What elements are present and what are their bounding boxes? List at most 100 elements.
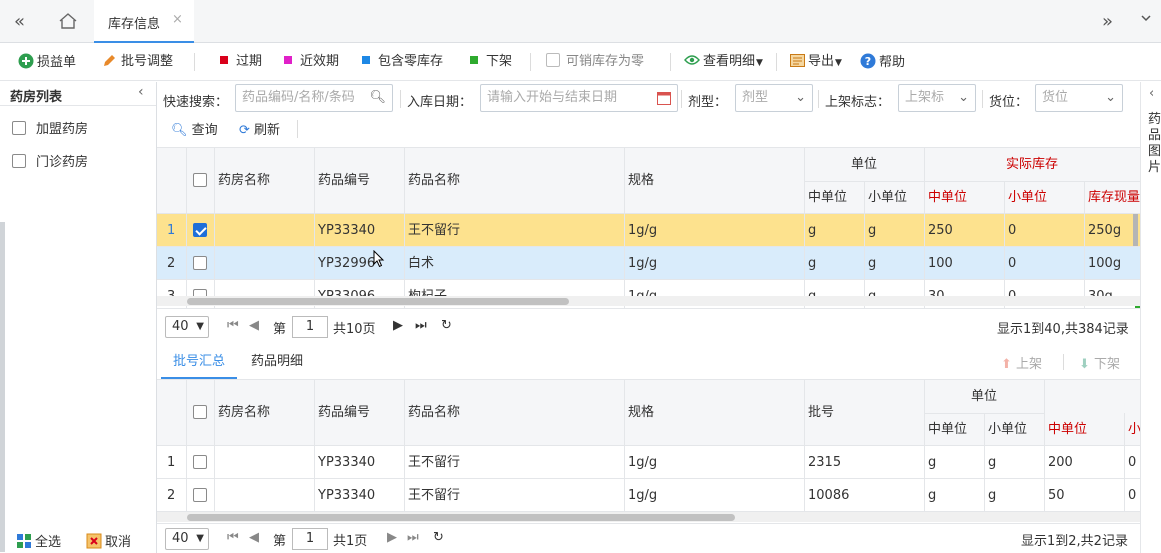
next-page-icon[interactable]: ▶ — [387, 530, 397, 545]
detail-tabs: 批号汇总 药品明细 ⬆ 上架 ⬇ 下架 — [157, 345, 1140, 379]
row-checkbox[interactable] — [193, 455, 207, 471]
col-header-code[interactable]: 药品编号 — [314, 164, 402, 197]
tab-inventory-info[interactable]: 库存信息 × — [94, 0, 194, 43]
col-header-small-unit[interactable]: 小单位 — [864, 181, 922, 214]
col-header-name[interactable]: 药品名称 — [404, 164, 622, 197]
scroll-tabs-left-icon[interactable]: « — [14, 11, 25, 32]
query-button[interactable]: 🔍︎ 查询 — [171, 119, 218, 138]
dosage-form-label: 剂型： — [688, 95, 728, 110]
cell-stock-mid: 250 — [928, 223, 953, 238]
include-zero-filter-button[interactable]: 包含零库存 — [362, 53, 443, 71]
select-all-rows-checkbox[interactable] — [193, 173, 207, 189]
next-page-icon[interactable]: ▶ — [393, 318, 403, 333]
page-number-input[interactable]: 1 — [292, 528, 328, 550]
offshelf-filter-button[interactable]: 下架 — [470, 53, 512, 71]
row-checkbox[interactable] — [193, 223, 207, 239]
expired-filter-button[interactable]: 过期 — [220, 53, 262, 71]
search-icon[interactable]: 🔍︎ — [367, 85, 386, 111]
saleable-zero-checkbox[interactable]: 可销库存为零 — [546, 53, 644, 71]
sidebar-item-outpatient[interactable]: 门诊药房 — [12, 151, 88, 170]
reload-icon[interactable]: ↻ — [441, 318, 452, 333]
calendar-icon[interactable] — [657, 91, 671, 105]
view-detail-button[interactable]: 查看明细▼ — [684, 53, 763, 71]
chevron-down-icon[interactable] — [1141, 13, 1151, 23]
shelf-flag-select[interactable]: 上架标 ⌄ — [898, 84, 976, 112]
add-circle-icon — [18, 53, 34, 69]
row-checkbox[interactable] — [193, 488, 207, 504]
scroll-tabs-right-icon[interactable]: » — [1102, 11, 1113, 32]
loss-profit-button[interactable]: 损益单 — [18, 53, 76, 71]
col-header-mid-unit[interactable]: 中单位 — [924, 413, 982, 446]
tab-drug-detail[interactable]: 药品明细 — [251, 345, 303, 379]
sidebar-item-checkbox[interactable] — [12, 154, 26, 168]
grid-vertical-scrollbar[interactable] — [1133, 214, 1138, 246]
offshelf-label: 下架 — [486, 54, 513, 69]
col-header-pharmacy[interactable]: 药房名称 — [214, 164, 312, 197]
near-expiry-filter-button[interactable]: 近效期 — [284, 53, 339, 71]
collapse-left-icon[interactable]: ‹ — [138, 84, 144, 100]
refresh-icon: ⟳ — [239, 123, 250, 138]
col-header-spec[interactable]: 规格 — [624, 164, 802, 197]
prev-page-icon[interactable]: ◀ — [249, 318, 259, 333]
batch-grid-horizontal-scrollbar[interactable] — [157, 512, 1140, 522]
tab-close-icon[interactable]: × — [172, 12, 183, 27]
col-header-stock-mid[interactable]: 中单位 — [1044, 413, 1122, 446]
page-prefix: 第 — [273, 322, 287, 337]
saleable-zero-check[interactable] — [546, 53, 560, 67]
last-page-icon[interactable]: ⏭ — [415, 318, 427, 333]
col-header-name[interactable]: 药品名称 — [404, 396, 622, 429]
drug-image-panel: ‹ 药 品 图 片 — [1140, 82, 1161, 553]
actual-stock-group-header: 实际库存 — [1005, 157, 1058, 172]
page-total: 共10页 — [333, 322, 376, 337]
col-header-code[interactable]: 药品编号 — [314, 396, 402, 429]
help-button[interactable]: ? 帮助 — [860, 53, 905, 71]
select-all-button[interactable]: 全选 — [16, 531, 61, 550]
page-size-select[interactable]: 40 ▼ — [165, 316, 209, 338]
chevron-down-icon[interactable]: ⌄ — [795, 85, 806, 111]
col-header-stock-small[interactable]: 小单位 — [1004, 181, 1082, 214]
col-header-pharmacy[interactable]: 药房名称 — [214, 396, 312, 429]
up-shelf-button[interactable]: ⬆ 上架 — [1001, 353, 1042, 372]
chevron-down-icon[interactable]: ⌄ — [958, 85, 969, 111]
first-page-icon[interactable]: ⏮ — [227, 530, 239, 545]
prev-page-icon[interactable]: ◀ — [249, 530, 259, 545]
col-header-spec[interactable]: 规格 — [624, 396, 802, 429]
cancel-selection-button[interactable]: 取消 — [86, 531, 131, 550]
export-button[interactable]: 导出▼ — [790, 53, 842, 71]
grid-horizontal-scrollbar[interactable] — [157, 296, 1140, 306]
chevron-down-icon[interactable]: ⌄ — [1105, 85, 1116, 111]
expand-panel-icon[interactable]: ‹ — [1149, 86, 1154, 101]
select-all-rows-checkbox[interactable] — [193, 405, 207, 421]
page-size-select[interactable]: 40 ▼ — [165, 528, 209, 550]
first-page-icon[interactable]: ⏮ — [227, 318, 239, 333]
col-header-mid-unit[interactable]: 中单位 — [804, 181, 862, 214]
refresh-label: 刷新 — [254, 123, 281, 138]
cell-stock-small: 0 — [1008, 256, 1017, 271]
cell-stock-small: 0 — [1008, 223, 1017, 238]
sidebar-scrollbar[interactable] — [0, 222, 5, 552]
location-select[interactable]: 货位 ⌄ — [1035, 84, 1123, 112]
down-shelf-button[interactable]: ⬇ 下架 — [1079, 353, 1120, 372]
sidebar-item-franchise[interactable]: 加盟药房 — [12, 118, 88, 137]
up-shelf-label: 上架 — [1016, 357, 1043, 372]
col-header-stock-now[interactable]: 库存现量 — [1084, 181, 1140, 214]
dosage-form-select[interactable]: 剂型 ⌄ — [735, 84, 813, 112]
cancel-icon — [86, 533, 102, 549]
in-date-range-input[interactable]: 请输入开始与结束日期 — [480, 84, 678, 112]
sidebar-item-checkbox[interactable] — [12, 121, 26, 135]
col-header-batch[interactable]: 批号 — [804, 396, 922, 429]
tab-batch-summary[interactable]: 批号汇总 — [161, 345, 237, 379]
cell-spec: 1g/g — [628, 256, 658, 271]
home-icon[interactable] — [58, 12, 78, 30]
page-number-input[interactable]: 1 — [292, 316, 328, 338]
row-checkbox[interactable] — [193, 256, 207, 272]
col-header-stock-mid[interactable]: 中单位 — [924, 181, 1002, 214]
batch-adjust-button[interactable]: 批号调整 — [102, 53, 173, 71]
col-header-small-unit[interactable]: 小单位 — [984, 413, 1042, 446]
quick-search-input[interactable]: 药品编码/名称/条码 🔍︎ — [235, 84, 393, 112]
reload-icon[interactable]: ↻ — [433, 530, 444, 545]
magnifier-icon: 🔍︎ — [171, 123, 188, 138]
last-page-icon[interactable]: ⏭ — [407, 530, 419, 545]
refresh-button[interactable]: ⟳ 刷新 — [239, 119, 280, 138]
col-header-stock-small[interactable]: 小 — [1124, 413, 1140, 446]
